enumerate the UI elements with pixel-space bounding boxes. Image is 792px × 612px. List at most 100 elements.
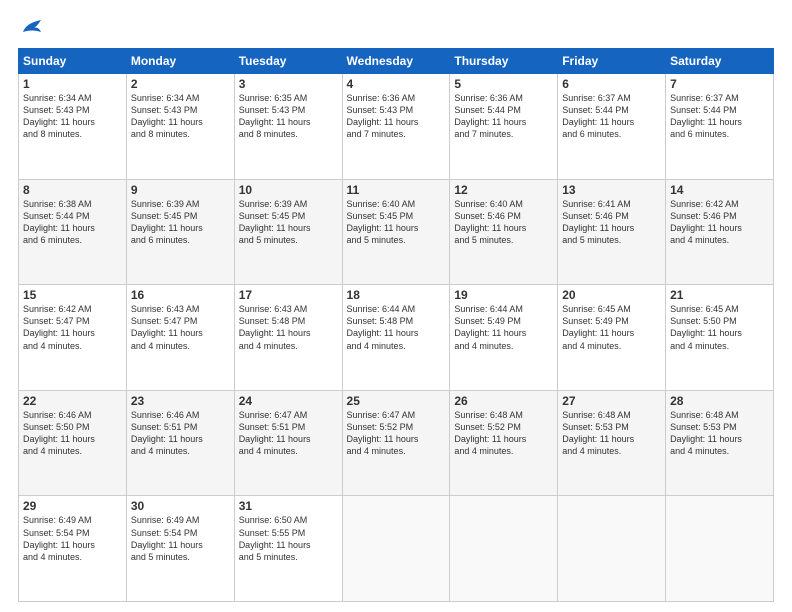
day-info: Sunrise: 6:39 AM Sunset: 5:45 PM Dayligh… [131,198,230,247]
day-info: Sunrise: 6:46 AM Sunset: 5:51 PM Dayligh… [131,409,230,458]
weekday-header-monday: Monday [126,49,234,74]
weekday-header-tuesday: Tuesday [234,49,342,74]
calendar-cell: 17Sunrise: 6:43 AM Sunset: 5:48 PM Dayli… [234,285,342,391]
logo [18,18,45,40]
day-number: 18 [347,288,446,302]
weekday-header-thursday: Thursday [450,49,558,74]
day-number: 29 [23,499,122,513]
day-info: Sunrise: 6:34 AM Sunset: 5:43 PM Dayligh… [23,92,122,141]
day-number: 11 [347,183,446,197]
day-number: 26 [454,394,553,408]
calendar-week-1: 1Sunrise: 6:34 AM Sunset: 5:43 PM Daylig… [19,74,774,180]
calendar-cell: 21Sunrise: 6:45 AM Sunset: 5:50 PM Dayli… [666,285,774,391]
calendar-cell: 11Sunrise: 6:40 AM Sunset: 5:45 PM Dayli… [342,179,450,285]
calendar-cell: 6Sunrise: 6:37 AM Sunset: 5:44 PM Daylig… [558,74,666,180]
day-info: Sunrise: 6:45 AM Sunset: 5:50 PM Dayligh… [670,303,769,352]
weekday-header-sunday: Sunday [19,49,127,74]
day-number: 22 [23,394,122,408]
day-info: Sunrise: 6:37 AM Sunset: 5:44 PM Dayligh… [670,92,769,141]
day-number: 12 [454,183,553,197]
calendar-cell: 14Sunrise: 6:42 AM Sunset: 5:46 PM Dayli… [666,179,774,285]
day-info: Sunrise: 6:36 AM Sunset: 5:43 PM Dayligh… [347,92,446,141]
day-info: Sunrise: 6:49 AM Sunset: 5:54 PM Dayligh… [131,514,230,563]
day-info: Sunrise: 6:43 AM Sunset: 5:48 PM Dayligh… [239,303,338,352]
day-number: 30 [131,499,230,513]
day-number: 13 [562,183,661,197]
calendar-cell: 13Sunrise: 6:41 AM Sunset: 5:46 PM Dayli… [558,179,666,285]
calendar-cell: 30Sunrise: 6:49 AM Sunset: 5:54 PM Dayli… [126,496,234,602]
day-number: 17 [239,288,338,302]
weekday-header-row: SundayMondayTuesdayWednesdayThursdayFrid… [19,49,774,74]
day-number: 15 [23,288,122,302]
calendar-cell: 12Sunrise: 6:40 AM Sunset: 5:46 PM Dayli… [450,179,558,285]
calendar-cell: 18Sunrise: 6:44 AM Sunset: 5:48 PM Dayli… [342,285,450,391]
day-number: 6 [562,77,661,91]
day-number: 10 [239,183,338,197]
day-number: 14 [670,183,769,197]
calendar-cell: 15Sunrise: 6:42 AM Sunset: 5:47 PM Dayli… [19,285,127,391]
calendar-cell: 7Sunrise: 6:37 AM Sunset: 5:44 PM Daylig… [666,74,774,180]
day-number: 1 [23,77,122,91]
day-info: Sunrise: 6:47 AM Sunset: 5:52 PM Dayligh… [347,409,446,458]
day-info: Sunrise: 6:48 AM Sunset: 5:53 PM Dayligh… [562,409,661,458]
calendar-cell: 5Sunrise: 6:36 AM Sunset: 5:44 PM Daylig… [450,74,558,180]
calendar-cell: 28Sunrise: 6:48 AM Sunset: 5:53 PM Dayli… [666,390,774,496]
day-info: Sunrise: 6:34 AM Sunset: 5:43 PM Dayligh… [131,92,230,141]
calendar-cell: 8Sunrise: 6:38 AM Sunset: 5:44 PM Daylig… [19,179,127,285]
day-number: 19 [454,288,553,302]
day-info: Sunrise: 6:39 AM Sunset: 5:45 PM Dayligh… [239,198,338,247]
calendar-table: SundayMondayTuesdayWednesdayThursdayFrid… [18,48,774,602]
header [18,18,774,40]
calendar-cell [666,496,774,602]
day-info: Sunrise: 6:45 AM Sunset: 5:49 PM Dayligh… [562,303,661,352]
calendar-week-4: 22Sunrise: 6:46 AM Sunset: 5:50 PM Dayli… [19,390,774,496]
day-info: Sunrise: 6:41 AM Sunset: 5:46 PM Dayligh… [562,198,661,247]
day-info: Sunrise: 6:50 AM Sunset: 5:55 PM Dayligh… [239,514,338,563]
day-info: Sunrise: 6:47 AM Sunset: 5:51 PM Dayligh… [239,409,338,458]
calendar-cell: 27Sunrise: 6:48 AM Sunset: 5:53 PM Dayli… [558,390,666,496]
calendar-cell: 26Sunrise: 6:48 AM Sunset: 5:52 PM Dayli… [450,390,558,496]
day-info: Sunrise: 6:40 AM Sunset: 5:46 PM Dayligh… [454,198,553,247]
day-info: Sunrise: 6:42 AM Sunset: 5:46 PM Dayligh… [670,198,769,247]
logo-bird-icon [21,18,45,40]
day-info: Sunrise: 6:43 AM Sunset: 5:47 PM Dayligh… [131,303,230,352]
day-number: 25 [347,394,446,408]
calendar-cell [342,496,450,602]
calendar-week-2: 8Sunrise: 6:38 AM Sunset: 5:44 PM Daylig… [19,179,774,285]
calendar-cell: 24Sunrise: 6:47 AM Sunset: 5:51 PM Dayli… [234,390,342,496]
calendar-week-5: 29Sunrise: 6:49 AM Sunset: 5:54 PM Dayli… [19,496,774,602]
calendar-cell [558,496,666,602]
day-number: 4 [347,77,446,91]
day-info: Sunrise: 6:46 AM Sunset: 5:50 PM Dayligh… [23,409,122,458]
day-number: 5 [454,77,553,91]
calendar-week-3: 15Sunrise: 6:42 AM Sunset: 5:47 PM Dayli… [19,285,774,391]
calendar-cell: 29Sunrise: 6:49 AM Sunset: 5:54 PM Dayli… [19,496,127,602]
day-info: Sunrise: 6:48 AM Sunset: 5:52 PM Dayligh… [454,409,553,458]
calendar-cell: 2Sunrise: 6:34 AM Sunset: 5:43 PM Daylig… [126,74,234,180]
day-number: 7 [670,77,769,91]
calendar-cell: 3Sunrise: 6:35 AM Sunset: 5:43 PM Daylig… [234,74,342,180]
calendar-cell: 9Sunrise: 6:39 AM Sunset: 5:45 PM Daylig… [126,179,234,285]
day-number: 31 [239,499,338,513]
day-info: Sunrise: 6:37 AM Sunset: 5:44 PM Dayligh… [562,92,661,141]
page: SundayMondayTuesdayWednesdayThursdayFrid… [0,0,792,612]
day-number: 27 [562,394,661,408]
day-number: 28 [670,394,769,408]
calendar-cell: 23Sunrise: 6:46 AM Sunset: 5:51 PM Dayli… [126,390,234,496]
day-info: Sunrise: 6:48 AM Sunset: 5:53 PM Dayligh… [670,409,769,458]
calendar-cell: 20Sunrise: 6:45 AM Sunset: 5:49 PM Dayli… [558,285,666,391]
calendar-cell: 22Sunrise: 6:46 AM Sunset: 5:50 PM Dayli… [19,390,127,496]
day-number: 21 [670,288,769,302]
calendar-cell: 1Sunrise: 6:34 AM Sunset: 5:43 PM Daylig… [19,74,127,180]
day-number: 24 [239,394,338,408]
calendar-cell [450,496,558,602]
calendar-cell: 19Sunrise: 6:44 AM Sunset: 5:49 PM Dayli… [450,285,558,391]
calendar-cell: 10Sunrise: 6:39 AM Sunset: 5:45 PM Dayli… [234,179,342,285]
day-info: Sunrise: 6:40 AM Sunset: 5:45 PM Dayligh… [347,198,446,247]
day-number: 23 [131,394,230,408]
day-info: Sunrise: 6:49 AM Sunset: 5:54 PM Dayligh… [23,514,122,563]
day-info: Sunrise: 6:38 AM Sunset: 5:44 PM Dayligh… [23,198,122,247]
day-number: 2 [131,77,230,91]
day-info: Sunrise: 6:42 AM Sunset: 5:47 PM Dayligh… [23,303,122,352]
weekday-header-friday: Friday [558,49,666,74]
